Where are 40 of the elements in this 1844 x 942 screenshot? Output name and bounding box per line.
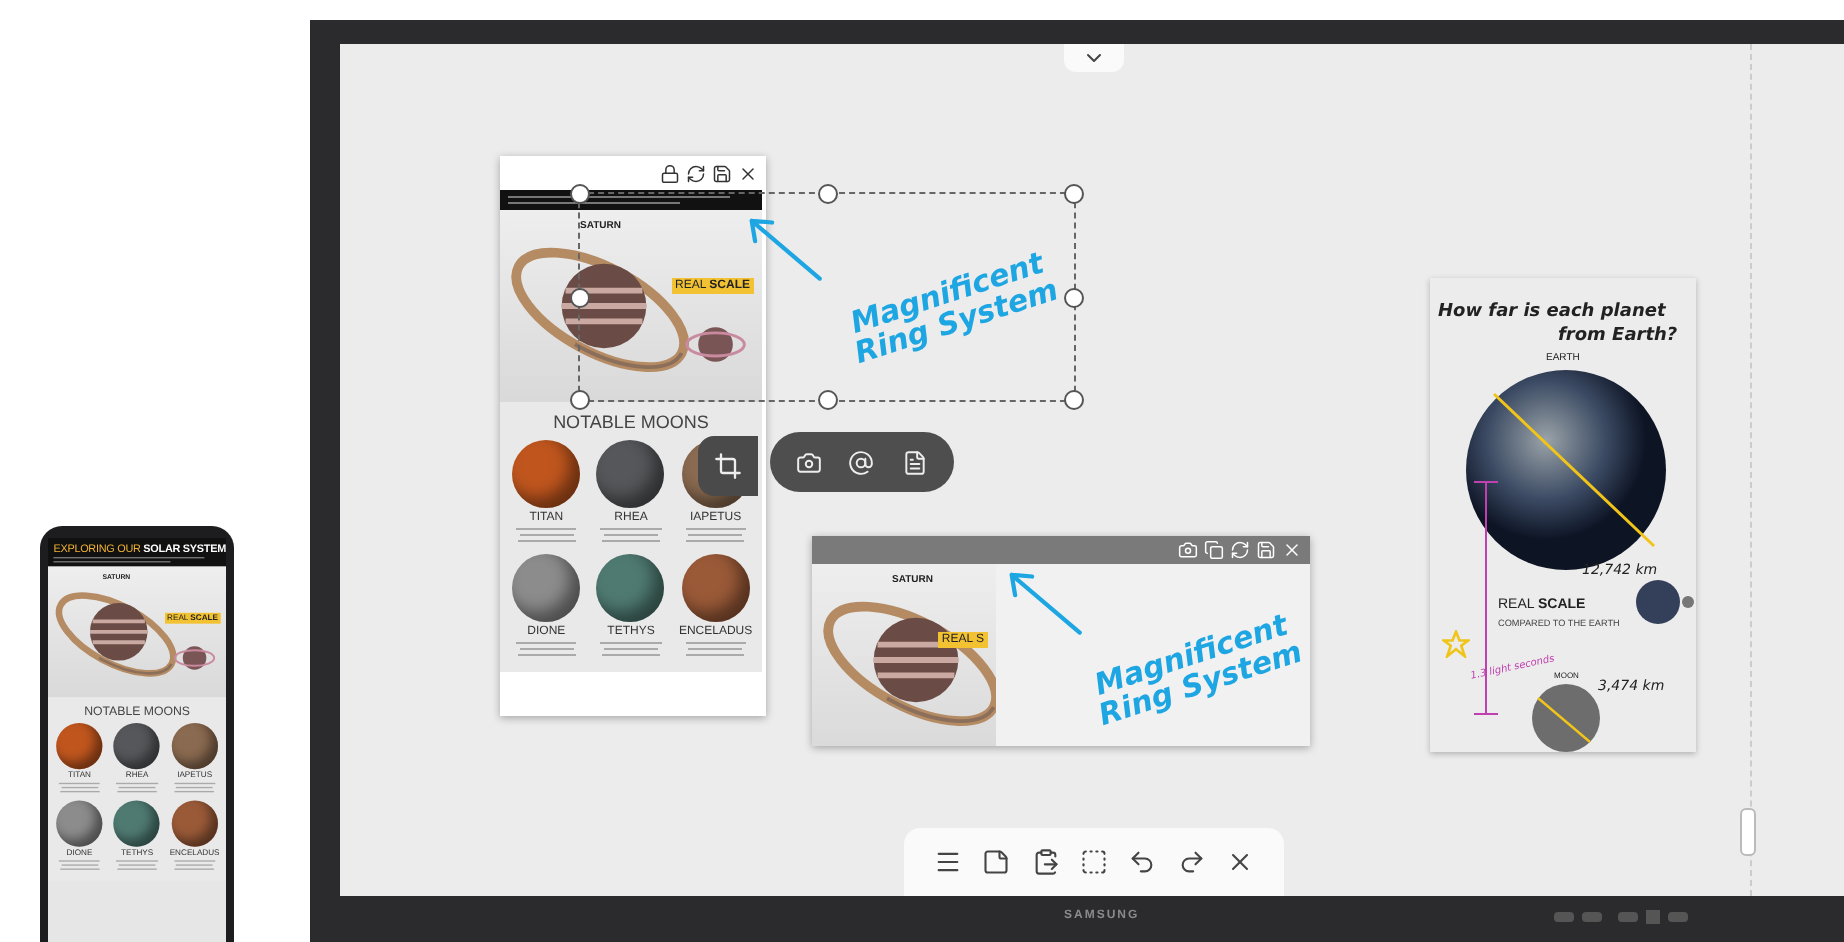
arrow-drawing [744,214,824,282]
arrow-drawing [1004,568,1084,636]
camera-icon[interactable] [795,449,822,475]
caption-lines [681,528,750,542]
resize-handle[interactable] [817,390,837,410]
refresh-icon[interactable] [686,163,706,183]
copy-icon[interactable] [1204,540,1224,560]
caption-lines [113,782,161,793]
save-icon[interactable] [712,163,732,183]
close-icon[interactable] [738,163,758,183]
resize-handle[interactable] [1064,287,1084,307]
earth-small-drawing [1634,578,1696,626]
at-sign-icon[interactable] [848,449,875,475]
collapse-tab[interactable] [1064,44,1124,72]
crop-button[interactable] [698,436,758,496]
resize-handle[interactable] [1064,184,1084,204]
redo-icon[interactable] [1177,848,1206,876]
section-title: NOTABLE MOONS [553,412,709,432]
sticky-note-icon[interactable] [982,848,1011,876]
paste-icon[interactable] [1031,848,1060,876]
caption-lines [596,528,665,542]
caption-lines [512,642,581,656]
scroll-handle[interactable] [1740,808,1756,856]
caption-lines [681,642,750,656]
menu-icon[interactable] [934,848,963,876]
caption-lines [512,528,581,542]
poster-headline: How far is each planet [1438,302,1666,322]
caption-lines [596,642,665,656]
caption-lines [171,782,218,793]
lock-icon[interactable] [660,163,680,183]
caption-lines [56,782,103,793]
undo-icon[interactable] [1128,848,1157,876]
moon-drawing [1530,682,1602,754]
crop-icon [714,452,742,480]
resize-handle[interactable] [1064,390,1084,410]
ports-drawing [1554,910,1694,926]
star-icon [1442,630,1470,658]
document-icon[interactable] [902,449,929,475]
poster-headline: from Earth? [1558,326,1678,346]
resize-handle[interactable] [817,184,837,204]
